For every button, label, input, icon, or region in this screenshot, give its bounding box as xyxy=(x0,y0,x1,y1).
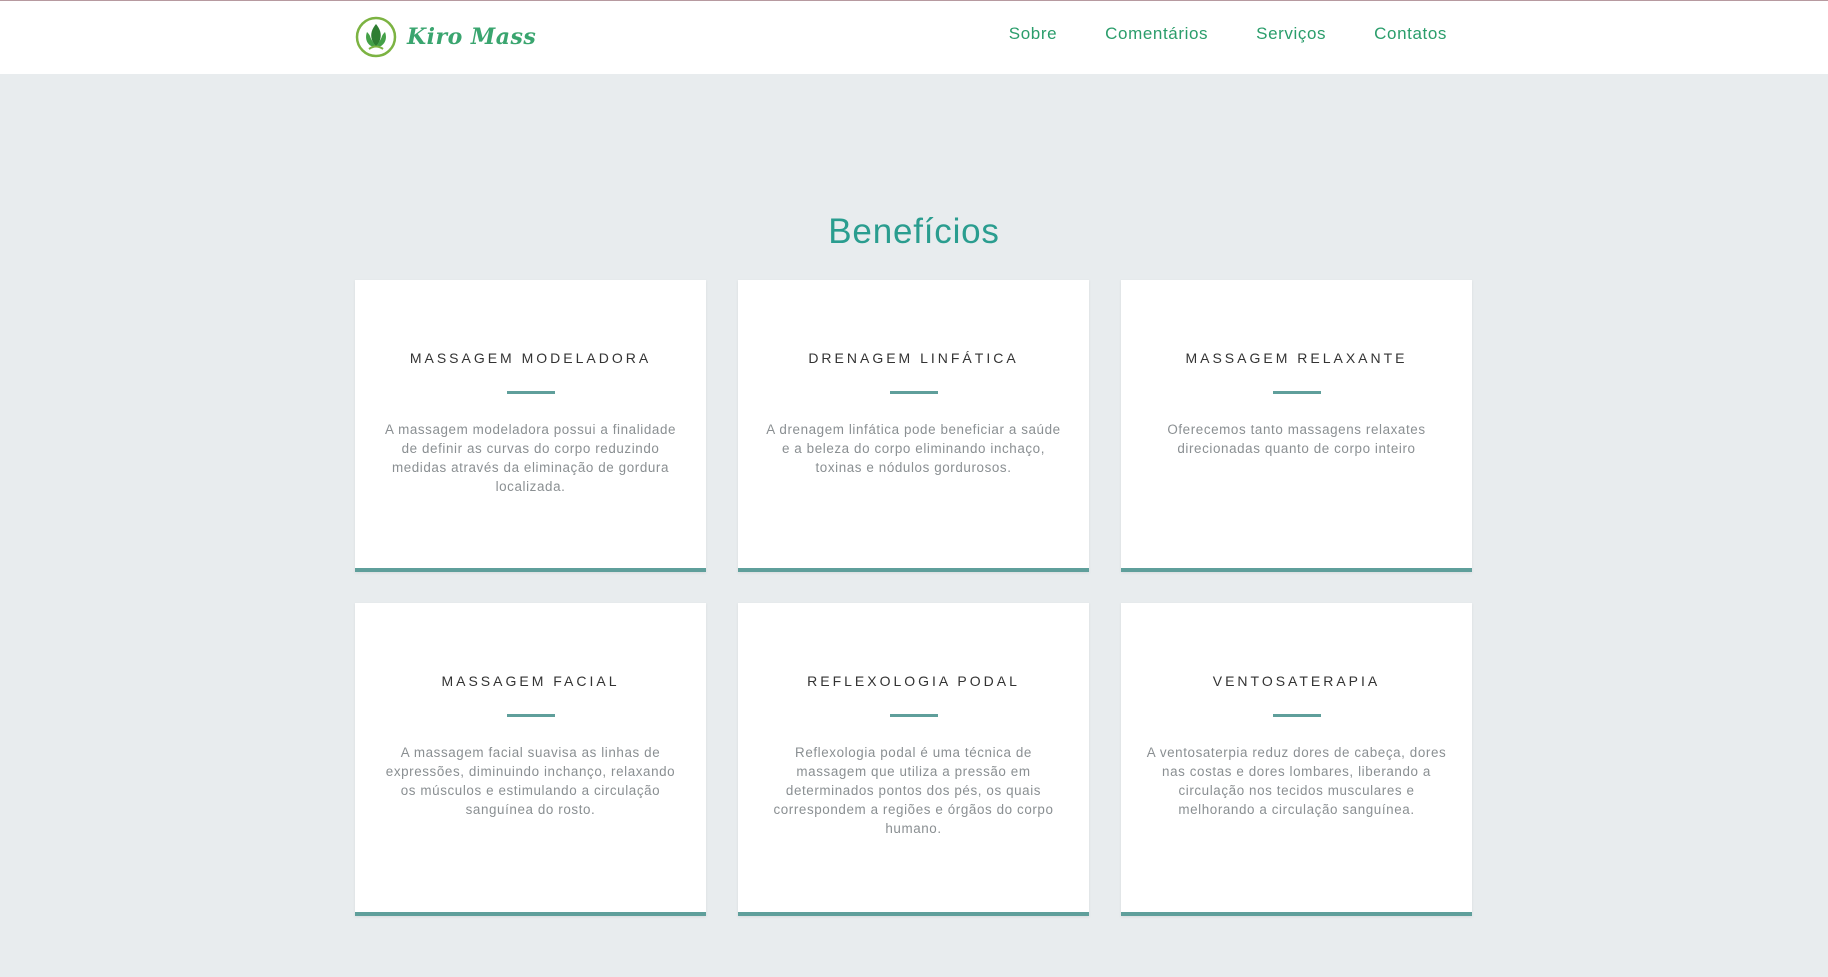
benefit-card-modeladora: MASSAGEM MODELADORA A massagem modelador… xyxy=(355,280,706,572)
card-title: MASSAGEM RELAXANTE xyxy=(1185,350,1408,366)
card-text: A massagem facial suavisa as linhas de e… xyxy=(385,745,676,817)
main-nav: Sobre Comentários Serviços Contatos xyxy=(1009,24,1447,44)
nav-link-sobre[interactable]: Sobre xyxy=(1009,24,1057,44)
card-title: REFLEXOLOGIA PODAL xyxy=(807,673,1020,689)
benefit-card-ventosaterapia: VENTOSATERAPIA A ventosaterpia reduz dor… xyxy=(1121,603,1472,916)
card-text: Reflexologia podal é uma técnica de mass… xyxy=(773,745,1054,836)
card-divider xyxy=(506,714,555,717)
card-title: DRENAGEM LINFÁTICA xyxy=(808,350,1019,366)
brand-name: Kiro Mass xyxy=(407,24,537,50)
benefit-card-facial: MASSAGEM FACIAL A massagem facial suavis… xyxy=(355,603,706,916)
card-text: Oferecemos tanto massagens relaxates dir… xyxy=(1167,422,1426,456)
leaf-circle-icon xyxy=(355,16,397,58)
card-divider xyxy=(1272,391,1321,394)
benefits-title: Benefícios xyxy=(828,212,1000,251)
card-divider xyxy=(1272,714,1321,717)
benefit-card-relaxante: MASSAGEM RELAXANTE Oferecemos tanto mass… xyxy=(1121,280,1472,572)
card-divider xyxy=(889,391,938,394)
benefit-card-drenagem: DRENAGEM LINFÁTICA A drenagem linfática … xyxy=(738,280,1089,572)
nav-link-contatos[interactable]: Contatos xyxy=(1374,24,1447,44)
nav-link-servicos[interactable]: Serviços xyxy=(1256,24,1326,44)
card-title: MASSAGEM FACIAL xyxy=(441,673,620,689)
card-title: VENTOSATERAPIA xyxy=(1212,673,1381,689)
benefit-card-reflexologia: REFLEXOLOGIA PODAL Reflexologia podal é … xyxy=(738,603,1089,916)
nav-link-comentarios[interactable]: Comentários xyxy=(1105,24,1208,44)
card-divider xyxy=(889,714,938,717)
page: Kiro Mass Sobre Comentários Serviços Con… xyxy=(0,0,1828,977)
navbar: Kiro Mass Sobre Comentários Serviços Con… xyxy=(0,1,1828,74)
brand-link[interactable]: Kiro Mass xyxy=(355,15,536,59)
card-text: A drenagem linfática pode beneficiar a s… xyxy=(766,422,1061,475)
card-text: A ventosaterpia reduz dores de cabeça, d… xyxy=(1146,745,1447,817)
card-text: A massagem modeladora possui a finalidad… xyxy=(384,422,677,494)
card-divider xyxy=(506,391,555,394)
card-title: MASSAGEM MODELADORA xyxy=(409,350,652,366)
